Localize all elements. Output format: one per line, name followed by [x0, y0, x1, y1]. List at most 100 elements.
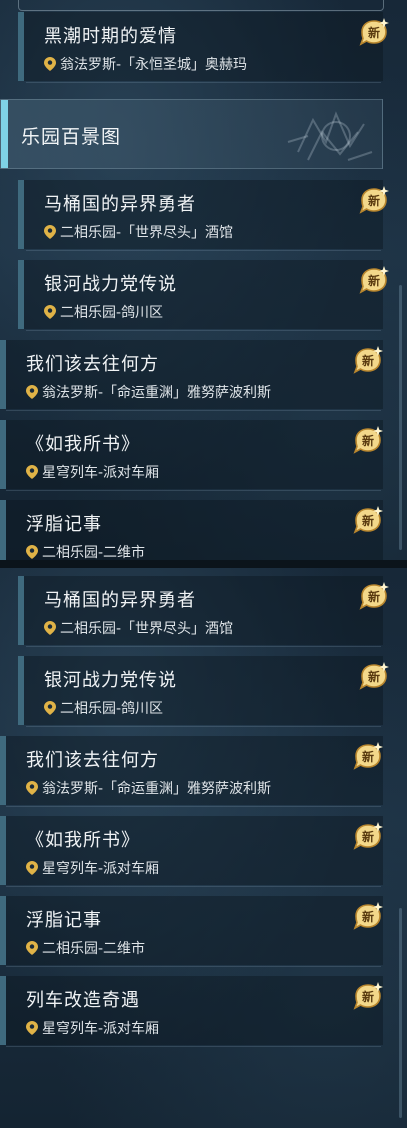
quest-location-text: 二相乐园-「世界尽头」酒馆	[60, 225, 234, 241]
quest-item[interactable]: 浮脂记事 二相乐园-二维市 新	[0, 894, 407, 967]
location-pin-icon	[26, 385, 38, 399]
quest-item[interactable]: 列车改造奇遇星穹列车-派对车厢 新	[0, 974, 407, 1047]
quest-title: 列车改造奇遇	[26, 990, 140, 1011]
quest-list-panel-bottom: 马桶国的异界勇者 二相乐园-「世界尽头」酒馆新银河战力党传说 二相乐园-鸽川区新我们…	[0, 568, 407, 1128]
quest-location: 翁法罗斯-「命运重渊」雅努萨波利斯	[26, 382, 271, 402]
quest-title: 银河战力党传说	[44, 274, 177, 295]
new-badge-icon: 新	[352, 982, 384, 1010]
quest-location: 二相乐园-鸽川区	[44, 302, 163, 322]
section-emblem-icon	[287, 111, 373, 161]
new-badge-icon: 新	[352, 742, 384, 770]
quest-location-text: 二相乐园-鸽川区	[60, 305, 164, 321]
quest-location: 二相乐园-「世界尽头」酒馆	[44, 618, 233, 638]
new-badge-icon: 新	[358, 662, 390, 690]
new-badge: 新	[358, 266, 390, 294]
location-pin-icon	[44, 57, 56, 71]
quest-item[interactable]: 浮脂记事二相乐园-二维市 新	[0, 498, 407, 560]
divider	[6, 886, 381, 887]
divider	[6, 966, 381, 967]
new-badge: 新	[358, 186, 390, 214]
quest-title: 我们该去往何方	[26, 750, 159, 771]
scrollbar[interactable]	[399, 908, 402, 1118]
new-badge: 新	[352, 346, 384, 374]
quest-title: 黑潮时期的爱情	[44, 26, 177, 47]
quest-item[interactable]: 马桶国的异界勇者二相乐园-「世界尽头」酒馆 新	[0, 574, 407, 647]
new-badge-text: 新	[368, 589, 380, 604]
new-badge-icon: 新	[358, 266, 390, 294]
section-header-accent	[1, 100, 8, 168]
quest-title: 马桶国的异界勇者	[44, 590, 196, 611]
quest-location-text: 星穹列车-派对车厢	[42, 1021, 160, 1037]
new-badge-text: 新	[362, 513, 374, 528]
quest-location-text: 二相乐园-鸽川区	[60, 701, 164, 717]
quest-location: 星穹列车-派对车厢	[26, 858, 159, 878]
quest-item[interactable]: 我们该去往何方翁法罗斯-「命运重渊」雅努萨波利斯 新	[0, 338, 407, 411]
quest-list-panel-top: 黑潮时期的爱情 翁法罗斯-「永恒圣城」奥赫玛 新 乐园百景图 马桶国的异界勇者二…	[0, 0, 407, 560]
new-badge: 新	[352, 822, 384, 850]
new-badge: 新	[352, 982, 384, 1010]
section-header-title: 乐园百景图	[21, 126, 122, 148]
new-badge-text: 新	[362, 353, 374, 368]
quest-location: 二相乐园-二维市	[26, 542, 145, 560]
quest-title: 浮脂记事	[26, 514, 102, 535]
new-badge-icon: 新	[352, 426, 384, 454]
location-pin-icon	[44, 305, 56, 319]
new-badge-icon: 新	[352, 346, 384, 374]
new-badge-text: 新	[362, 989, 374, 1004]
panel-divider	[0, 560, 407, 568]
new-badge-text: 新	[362, 829, 374, 844]
new-badge-text: 新	[368, 669, 380, 684]
quest-location: 二相乐园-二维市	[26, 938, 145, 958]
location-pin-icon	[26, 861, 38, 875]
quest-location-text: 星穹列车-派对车厢	[42, 861, 160, 877]
quest-location-text: 星穹列车-派对车厢	[42, 465, 160, 481]
quest-location: 二相乐园-「世界尽头」酒馆	[44, 222, 233, 242]
quest-item[interactable]: 我们该去往何方翁法罗斯-「命运重渊」雅努萨波利斯 新	[0, 734, 407, 807]
new-badge: 新	[352, 506, 384, 534]
new-badge-text: 新	[362, 433, 374, 448]
quest-item[interactable]: 银河战力党传说二相乐园-鸽川区 新	[0, 258, 407, 331]
new-badge-icon: 新	[358, 582, 390, 610]
scrollbar[interactable]	[399, 285, 402, 550]
quest-location-text: 翁法罗斯-「命运重渊」雅努萨波利斯	[42, 385, 272, 401]
new-badge-text: 新	[362, 749, 374, 764]
location-pin-icon	[44, 225, 56, 239]
location-pin-icon	[44, 621, 56, 635]
quest-item[interactable]: 黑潮时期的爱情 翁法罗斯-「永恒圣城」奥赫玛 新	[0, 10, 407, 83]
section-header[interactable]: 乐园百景图	[0, 99, 383, 169]
quest-title: 马桶国的异界勇者	[44, 194, 196, 215]
quest-location-text: 翁法罗斯-「命运重渊」雅努萨波利斯	[42, 781, 272, 797]
quest-location-text: 翁法罗斯-「永恒圣城」奥赫玛	[60, 57, 248, 73]
quest-title: 浮脂记事	[26, 910, 102, 931]
new-badge-icon: 新	[358, 18, 390, 46]
quest-location-text: 二相乐园-「世界尽头」酒馆	[60, 621, 234, 637]
quest-location: 星穹列车-派对车厢	[26, 462, 159, 482]
location-pin-icon	[26, 545, 38, 559]
quest-item[interactable]: 马桶国的异界勇者二相乐园-「世界尽头」酒馆 新	[0, 178, 407, 251]
new-badge-text: 新	[368, 273, 380, 288]
divider	[26, 82, 381, 83]
location-pin-icon	[26, 781, 38, 795]
new-badge: 新	[352, 742, 384, 770]
new-badge-text: 新	[368, 193, 380, 208]
quest-location: 二相乐园-鸽川区	[44, 698, 163, 718]
divider	[6, 490, 381, 491]
divider	[6, 1046, 381, 1047]
new-badge: 新	[358, 662, 390, 690]
location-pin-icon	[44, 701, 56, 715]
quest-item[interactable]: 《如我所书》 星穹列车-派对车厢 新	[0, 814, 407, 887]
quest-title: 《如我所书》	[26, 434, 140, 455]
quest-location: 翁法罗斯-「永恒圣城」奥赫玛	[44, 54, 247, 74]
divider	[26, 726, 381, 727]
quest-location: 星穹列车-派对车厢	[26, 1018, 159, 1038]
location-pin-icon	[26, 465, 38, 479]
quest-title: 银河战力党传说	[44, 670, 177, 691]
quest-item[interactable]: 银河战力党传说二相乐园-鸽川区 新	[0, 654, 407, 727]
new-badge-icon: 新	[352, 506, 384, 534]
new-badge-icon: 新	[352, 822, 384, 850]
quest-title: 我们该去往何方	[26, 354, 159, 375]
divider	[26, 330, 381, 331]
quest-location: 翁法罗斯-「命运重渊」雅努萨波利斯	[26, 778, 271, 798]
quest-item[interactable]: 《如我所书》星穹列车-派对车厢 新	[0, 418, 407, 491]
new-badge: 新	[352, 426, 384, 454]
